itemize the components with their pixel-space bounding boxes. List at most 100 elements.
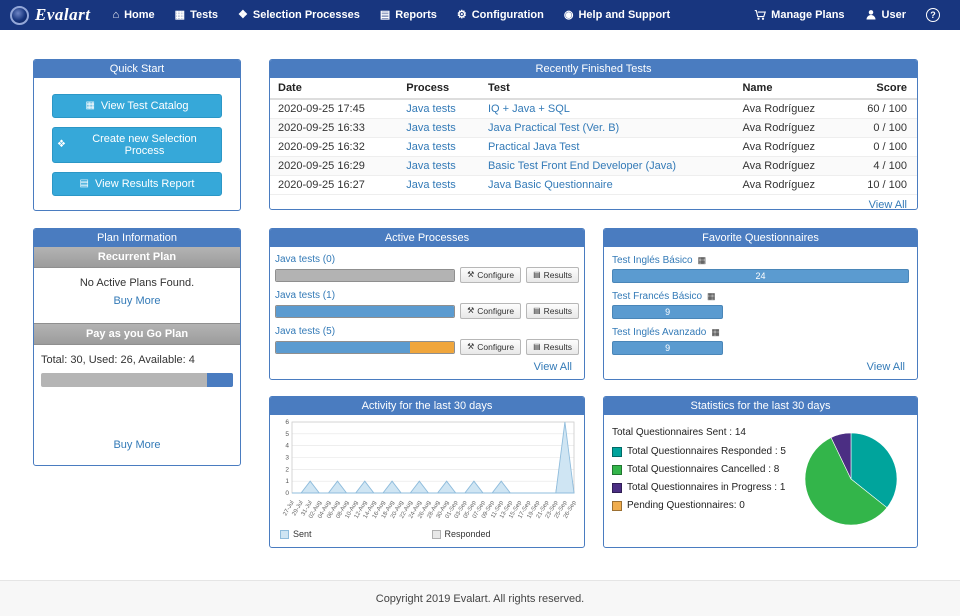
panel-title: Activity for the last 30 days: [270, 397, 584, 415]
nav-item-manage-plans[interactable]: Manage Plans: [744, 0, 854, 30]
process-cell: Java tests: [398, 157, 480, 176]
view-all-link[interactable]: View All: [270, 195, 917, 210]
test-link[interactable]: IQ + Java + SQL: [488, 103, 570, 115]
panel-title: Active Processes: [270, 229, 584, 247]
nav-item-help-and-support[interactable]: ◉ Help and Support: [554, 0, 680, 30]
table-body: 2020-09-25 17:45 Java tests IQ + Java + SQ…: [270, 99, 917, 195]
name-cell: Ava Rodríguez: [734, 157, 844, 176]
process-cell: Java tests: [398, 138, 480, 157]
process-cell: Java tests: [398, 119, 480, 138]
questionnaire-link[interactable]: Test Inglés Básico: [612, 255, 693, 266]
cabinet-icon: ▦: [698, 255, 707, 265]
cabinet-icon: ▦: [711, 327, 720, 337]
progress-segment: [410, 342, 455, 353]
test-link[interactable]: Java Basic Questionnaire: [488, 179, 613, 191]
nav-item-configuration[interactable]: ⚙Configuration: [447, 0, 554, 30]
process-link[interactable]: Java tests (5): [275, 326, 335, 337]
brand-text: Evalart: [35, 5, 90, 25]
active-process-item: Java tests (1) ⚒Configure ▤Results: [270, 283, 584, 319]
legend-swatch: [612, 465, 622, 475]
buy-more-link[interactable]: Buy More: [34, 433, 240, 457]
responded-swatch: [432, 530, 441, 539]
date-cell: 2020-09-25 16:27: [270, 176, 398, 195]
name-cell: Ava Rodríguez: [734, 119, 844, 138]
nav-item-home[interactable]: ⌂Home: [102, 0, 164, 30]
process-link[interactable]: Java tests: [406, 122, 456, 134]
test-link[interactable]: Practical Java Test: [488, 141, 580, 153]
process-link[interactable]: Java tests: [406, 103, 456, 115]
buy-more-link[interactable]: Buy More: [34, 289, 240, 313]
column-header-test: Test: [480, 78, 735, 99]
test-cell: Java Practical Test (Ver. B): [480, 119, 735, 138]
view-all-link[interactable]: View All: [524, 357, 582, 377]
statistics-body: Total Questionnaires Sent : 14 Total Que…: [604, 415, 917, 533]
cart-icon: [754, 9, 766, 21]
process-link[interactable]: Java tests: [406, 160, 456, 172]
nav-item-label: Help and Support: [578, 9, 670, 21]
button-label: View Test Catalog: [101, 100, 189, 112]
questionnaire-count-bar: 9: [612, 341, 723, 355]
chart-icon: ▤: [533, 271, 541, 279]
favorite-questionnaire-item: Test Francés Básico▦9: [604, 283, 917, 319]
nav-menu: ⌂Home▦Tests❖Selection Processes▤Reports⚙…: [102, 0, 680, 30]
configure-button[interactable]: ⚒Configure: [460, 303, 521, 319]
help-icon: ◉: [564, 10, 574, 21]
date-cell: 2020-09-25 17:45: [270, 99, 398, 119]
legend-item: Total Questionnaires Cancelled : 8: [612, 464, 801, 475]
process-link[interactable]: Java tests (1): [275, 290, 335, 301]
plan-usage-text: Total: 30, Used: 26, Available: 4: [34, 345, 240, 366]
recently-finished-tests-panel: Recently Finished Tests DateProcessTestN…: [269, 59, 918, 210]
gear-icon: ⚙: [457, 10, 467, 21]
plan-information-panel: Plan Information Recurrent Plan No Activ…: [33, 228, 241, 466]
view-results-report-button[interactable]: ▤View Results Report: [52, 172, 222, 196]
view-all-link[interactable]: View All: [857, 357, 915, 377]
results-button[interactable]: ▤Results: [526, 339, 579, 355]
catalog-icon: ▦: [85, 101, 94, 111]
nav-item-reports[interactable]: ▤Reports: [370, 0, 447, 30]
legend-label: Responded: [445, 529, 491, 539]
nav-item-selection-processes[interactable]: ❖Selection Processes: [228, 0, 370, 30]
active-process-item: Java tests (5) ⚒Configure ▤Results: [270, 319, 584, 355]
questionnaire-link[interactable]: Test Francés Básico: [612, 291, 702, 302]
evalart-logo-icon: [10, 6, 29, 25]
selection-processes-icon: ❖: [238, 10, 248, 21]
nav-item-user[interactable]: User: [855, 0, 916, 30]
button-label: Configure: [477, 306, 514, 316]
process-link[interactable]: Java tests: [406, 141, 456, 153]
total-sent-text: Total Questionnaires Sent : 14: [612, 427, 801, 438]
table-row: 2020-09-25 17:45 Java tests IQ + Java + SQ…: [270, 99, 917, 119]
view-test-catalog-button[interactable]: ▦ View Test Catalog: [52, 94, 222, 118]
results-button[interactable]: ▤Results: [526, 267, 579, 283]
nav-item-help-circle[interactable]: ?: [916, 0, 950, 30]
y-tick-label: 0: [285, 490, 289, 497]
test-link[interactable]: Basic Test Front End Developer (Java): [488, 160, 676, 172]
configure-button[interactable]: ⚒Configure: [460, 339, 521, 355]
home-icon: ⌂: [112, 10, 119, 21]
active-processes-list: Java tests (0)⚒Configure▤ResultsJava tes…: [270, 247, 584, 355]
panel-title: Favorite Questionnaires: [604, 229, 917, 247]
process-link[interactable]: Java tests: [406, 179, 456, 191]
statistics-legend-column: Total Questionnaires Sent : 14 Total Que…: [612, 419, 801, 518]
y-tick-label: 4: [285, 443, 289, 450]
selection-process-icon: ❖: [57, 140, 66, 150]
test-link[interactable]: Java Practical Test (Ver. B): [488, 122, 619, 134]
process-link[interactable]: Java tests (0): [275, 254, 335, 265]
process-progress-bar: [275, 341, 455, 354]
questionnaire-label-row: Test Inglés Avanzado ▦: [612, 324, 909, 338]
sent-swatch: [280, 530, 289, 539]
button-label: Results: [544, 270, 572, 280]
panel-title: Statistics for the last 30 days: [604, 397, 917, 415]
evalart-logo[interactable]: Evalart: [10, 5, 90, 25]
questionnaire-link[interactable]: Test Inglés Avanzado: [612, 327, 706, 338]
test-cell: IQ + Java + SQL: [480, 99, 735, 119]
column-header-name: Name: [734, 78, 844, 99]
panel-title: Recently Finished Tests: [270, 60, 917, 78]
panel-title: Quick Start: [34, 60, 240, 78]
nav-item-tests[interactable]: ▦Tests: [165, 0, 228, 30]
create-new-selection-process-button[interactable]: ❖Create new Selection Process: [52, 127, 222, 163]
plan-usage-bar: [41, 373, 233, 387]
legend-entry-sent: Sent: [280, 529, 312, 539]
results-button[interactable]: ▤Results: [526, 303, 579, 319]
recurrent-plan-header: Recurrent Plan: [34, 247, 240, 268]
configure-button[interactable]: ⚒Configure: [460, 267, 521, 283]
